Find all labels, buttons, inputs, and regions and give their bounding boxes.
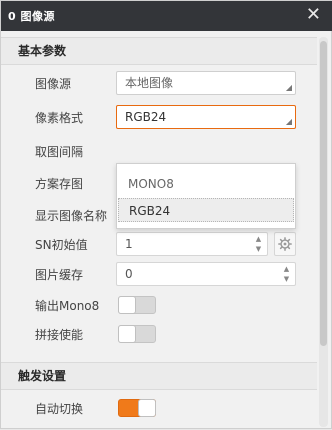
image-source-label: 图像源 [35, 76, 72, 91]
capture-interval-label: 取图间隔 [35, 144, 84, 159]
show-image-name-label: 显示图像名称 [35, 208, 108, 223]
toggle-knob [118, 296, 136, 314]
settings-scroll-area: 基本参数 图像源 本地图像 ◢ 像素格式 RGB24 ◢ 取图间隔 方案存图 显… [1, 31, 317, 430]
row-image-source: 图像源 本地图像 ◢ [1, 67, 317, 99]
sn-initial-spinbox[interactable]: 1 ▲ ▼ [116, 232, 268, 256]
image-source-select[interactable]: 本地图像 ◢ [116, 71, 296, 95]
pixel-format-label: 像素格式 [35, 110, 84, 125]
chevron-down-icon[interactable]: ▼ [256, 245, 261, 253]
sn-initial-label: SN初始值 [35, 237, 88, 252]
close-icon[interactable]: ✕ [306, 5, 321, 25]
sn-initial-value: 1 [125, 237, 133, 251]
row-pixel-format: 像素格式 RGB24 ◢ [1, 101, 317, 133]
scheme-image-label: 方案存图 [35, 176, 84, 191]
sn-initial-stepper[interactable]: ▲ ▼ [254, 235, 263, 253]
chevron-down-icon[interactable]: ▼ [284, 275, 289, 283]
pixel-format-value: RGB24 [125, 110, 167, 124]
image-cache-spinbox[interactable]: 0 ▲ ▼ [116, 262, 296, 286]
image-cache-label: 图片缓存 [35, 267, 84, 282]
gear-icon [278, 237, 292, 251]
window-title: 0 图像源 [8, 10, 55, 23]
pixel-format-option-selected[interactable]: RGB24 [118, 198, 294, 222]
stitch-enable-label: 拼接使能 [35, 327, 84, 342]
auto-switch-label: 自动切换 [35, 401, 84, 416]
title-bar: 0 图像源 ✕ [1, 1, 332, 31]
section-trigger-settings: 触发设置 [1, 362, 317, 390]
row-image-cache: 图片缓存 0 ▲ ▼ [1, 258, 317, 290]
image-source-panel: 0 图像源 ✕ 基本参数 图像源 本地图像 ◢ 像素格式 RGB24 ◢ 取图间… [0, 0, 332, 429]
section-basic-params: 基本参数 [1, 37, 317, 65]
resize-grip-icon: ◢ [285, 117, 292, 126]
chevron-up-icon[interactable]: ▲ [284, 265, 289, 273]
row-sn-initial: SN初始值 1 ▲ ▼ [1, 228, 317, 260]
pixel-format-select[interactable]: RGB24 ◢ [116, 105, 296, 129]
pixel-format-dropdown: MONO8 RGB24 [116, 163, 296, 229]
toggle-knob [118, 325, 136, 343]
image-source-value: 本地图像 [125, 76, 174, 90]
row-auto-switch: 自动切换 [1, 392, 317, 424]
row-stitch-enable: 拼接使能 [1, 318, 317, 350]
sn-settings-button[interactable] [274, 232, 296, 256]
stitch-enable-toggle[interactable] [118, 325, 156, 343]
pixel-format-option[interactable]: MONO8 [118, 172, 294, 196]
row-output-mono8: 输出Mono8 [1, 289, 317, 321]
toggle-knob [138, 399, 156, 417]
output-mono8-toggle[interactable] [118, 296, 156, 314]
scrollbar-thumb[interactable] [320, 41, 327, 346]
vertical-scrollbar[interactable] [319, 37, 328, 427]
image-cache-value: 0 [125, 267, 133, 281]
image-cache-stepper[interactable]: ▲ ▼ [282, 265, 291, 283]
auto-switch-toggle[interactable] [118, 399, 156, 417]
output-mono8-label: 输出Mono8 [35, 298, 100, 313]
resize-grip-icon: ◢ [285, 83, 292, 92]
chevron-up-icon[interactable]: ▲ [256, 235, 261, 243]
